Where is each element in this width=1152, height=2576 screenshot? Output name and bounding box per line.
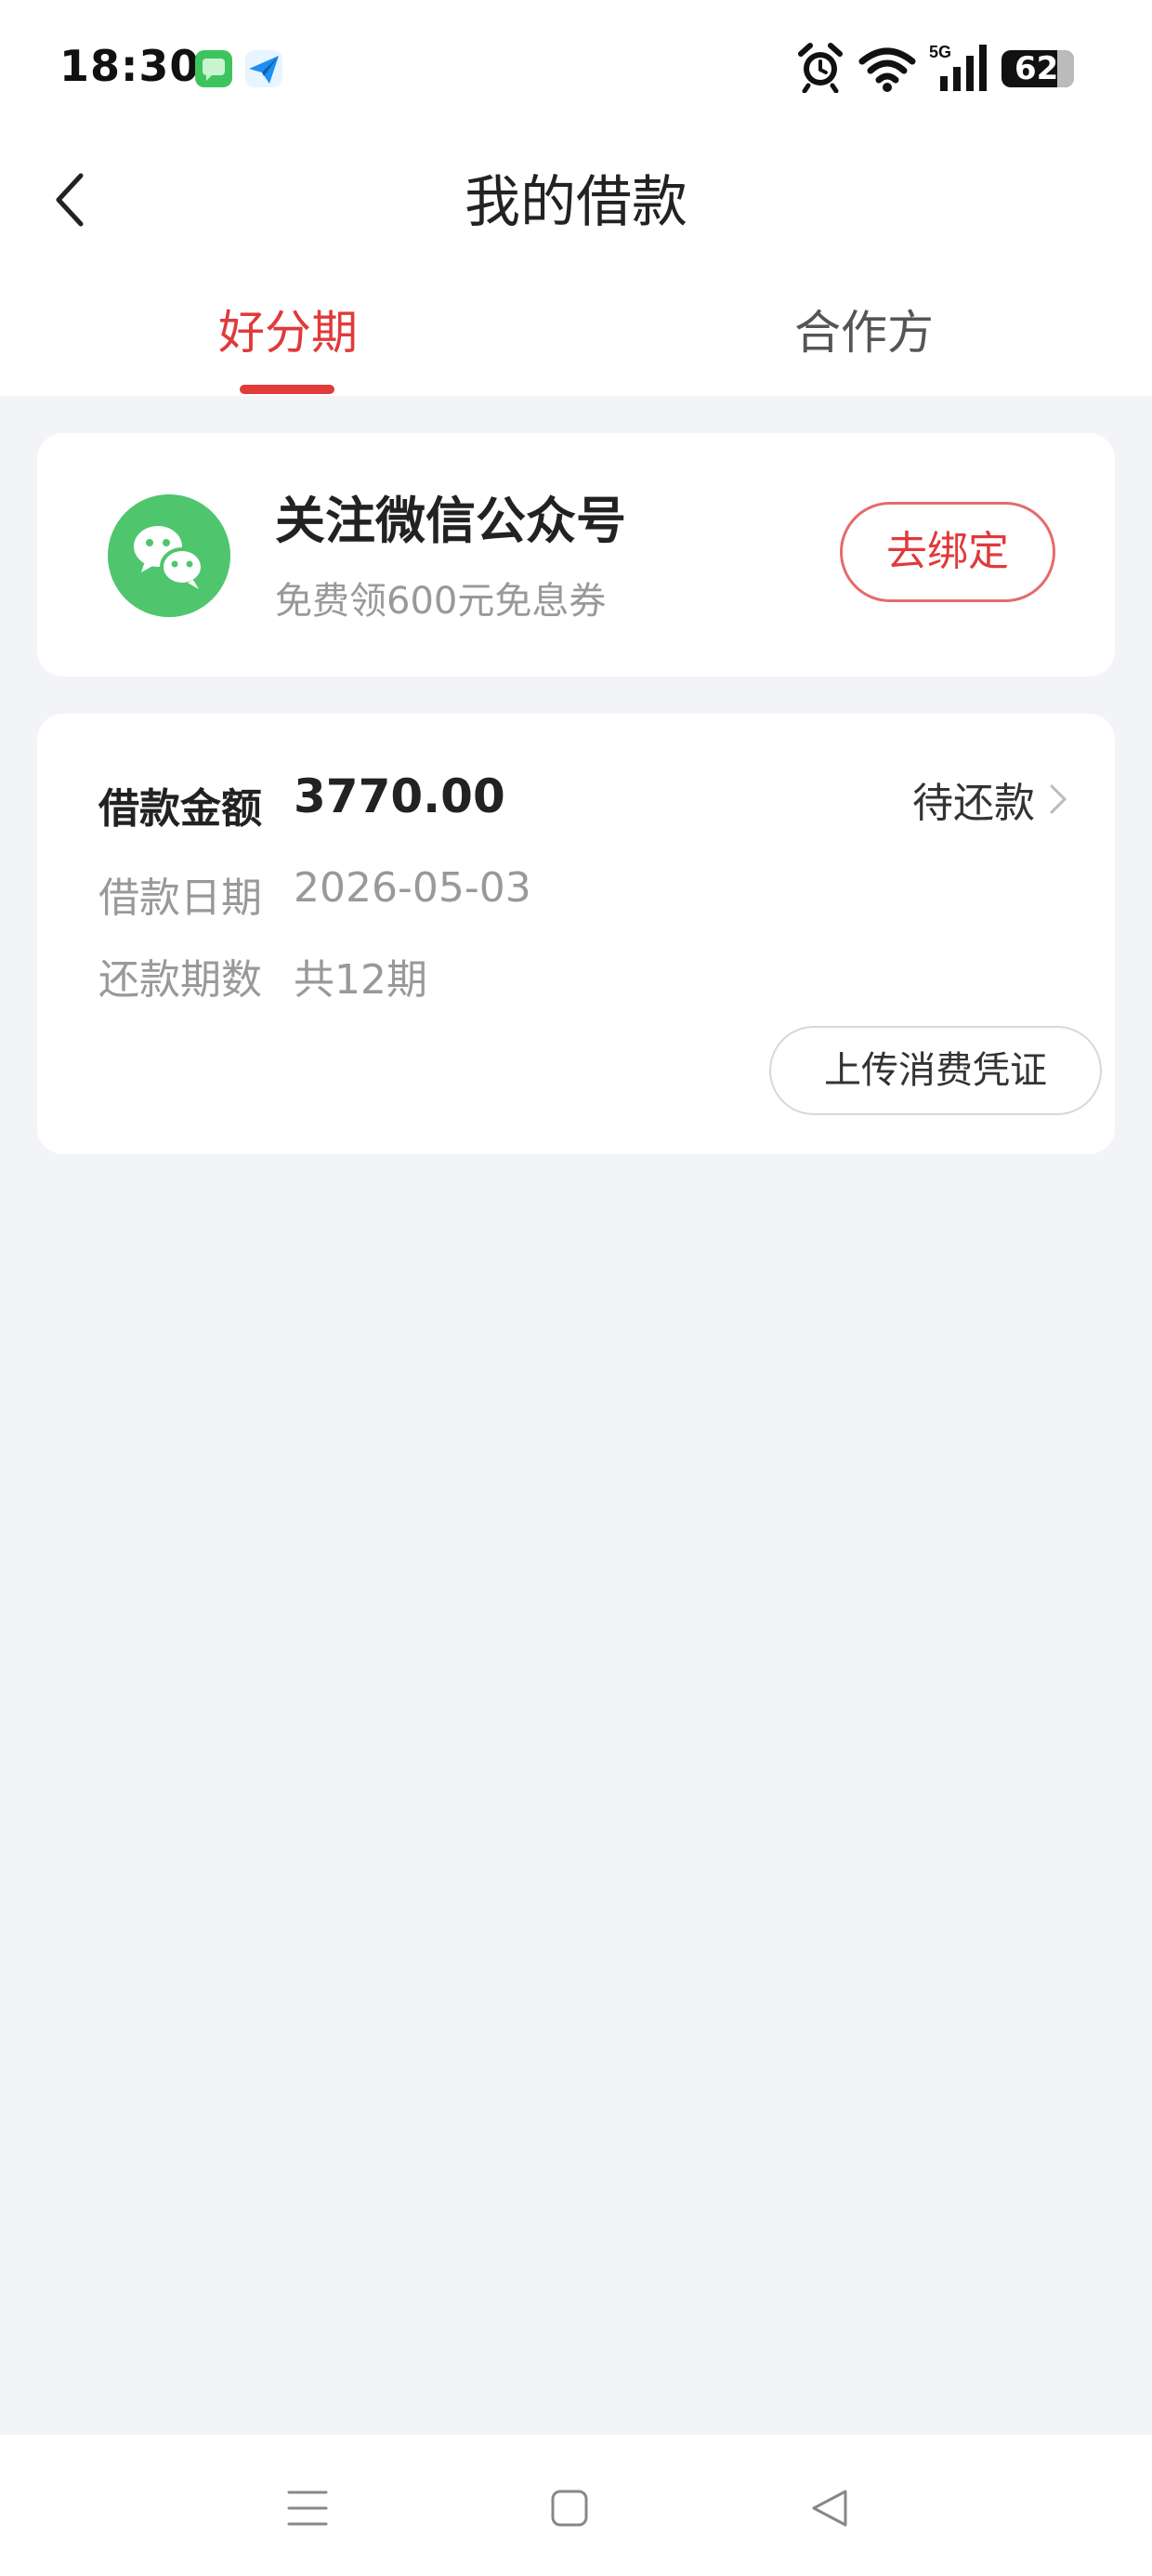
system-nav-bar — [0, 2435, 1152, 2576]
tab-bar: 好分期 合作方 — [0, 260, 1152, 396]
loan-status-link[interactable]: 待还款 — [912, 769, 1068, 829]
periods-label: 还款期数 — [98, 956, 262, 1004]
bind-button[interactable]: 去绑定 — [840, 502, 1055, 602]
loan-card[interactable]: 借款金额 3770.00 待还款 借款日期 2026-05-03 还款期数 共1… — [37, 714, 1115, 1154]
send-app-icon — [245, 50, 282, 87]
promo-title: 关注微信公众号 — [275, 492, 626, 550]
upload-receipt-button[interactable]: 上传消费凭证 — [769, 1026, 1102, 1115]
wifi-icon — [858, 47, 916, 92]
tab-partner[interactable]: 合作方 — [678, 303, 1050, 362]
periods-value: 共12期 — [294, 956, 427, 1004]
message-app-icon — [195, 50, 232, 87]
wechat-promo-card: 关注微信公众号 免费领600元免息券 去绑定 — [37, 433, 1115, 677]
svg-text:5G: 5G — [929, 43, 951, 61]
chevron-right-icon — [1050, 784, 1067, 814]
signal-icon: 5G — [929, 43, 987, 91]
date-value: 2026-05-03 — [294, 864, 531, 912]
tab-haofenqi[interactable]: 好分期 — [102, 303, 474, 362]
nav-back-button[interactable] — [797, 2476, 862, 2541]
nav-home-button[interactable] — [537, 2476, 602, 2541]
active-tab-indicator — [240, 385, 334, 394]
status-time: 18:30 — [59, 41, 201, 91]
back-triangle-icon — [812, 2490, 847, 2527]
loan-page: 18:30 5G 62 我的借款 好分期 合作方 关注微信公众号 免费领600元… — [0, 0, 1152, 2576]
amount-label: 借款金额 — [98, 785, 262, 833]
battery-icon: 62 — [1001, 50, 1074, 87]
promo-subtitle: 免费领600元免息券 — [275, 580, 607, 623]
date-label: 借款日期 — [98, 874, 262, 922]
nav-menu-button[interactable] — [275, 2476, 340, 2541]
amount-value: 3770.00 — [294, 769, 505, 823]
alarm-icon — [798, 43, 843, 93]
wechat-icon — [108, 494, 230, 617]
battery-level: 62 — [1015, 50, 1059, 87]
status-bar: 18:30 5G 62 — [0, 0, 1152, 139]
loan-status: 待还款 — [912, 780, 1035, 827]
header: 我的借款 — [0, 139, 1152, 260]
page-title: 我的借款 — [465, 170, 687, 235]
home-square-icon — [551, 2490, 588, 2527]
menu-icon — [287, 2491, 328, 2526]
